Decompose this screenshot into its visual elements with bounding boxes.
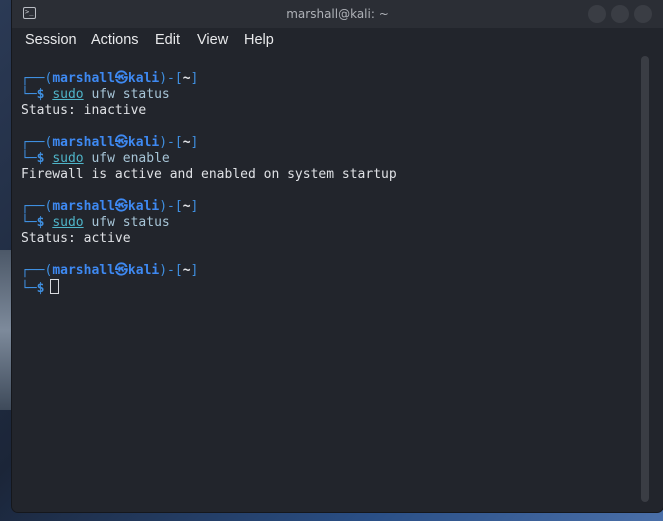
command-line: └─$ sudo ufw status [21,87,170,102]
menu-help[interactable]: Help [244,30,274,50]
prompt-user-host: marshall㉿kali [52,199,160,214]
prompt-cwd: ~ [182,71,191,86]
command-output: Firewall is active and enabled on system… [21,167,397,182]
terminal-window: >_ marshall@kali: ~ Session Actions Edit… [12,0,663,512]
command-output: Status: active [21,231,131,246]
command-line: └─$ sudo ufw enable [21,151,170,166]
prompt-cwd: ~ [182,263,191,278]
command-sudo: sudo [52,215,84,230]
window-title: marshall@kali: ~ [286,7,389,21]
prompt-line-top: ┌──(marshall㉿kali)-[~] [21,199,199,214]
prompt-line-top: ┌──(marshall㉿kali)-[~] [21,263,199,278]
menu-session[interactable]: Session [25,30,77,50]
scrollbar-thumb[interactable] [641,56,649,502]
prompt-user-host: marshall㉿kali [52,71,160,86]
prompt-line-top: ┌──(marshall㉿kali)-[~] [21,135,199,150]
command-sudo: sudo [52,87,84,102]
command-sudo: sudo [52,151,84,166]
title-bar[interactable]: >_ marshall@kali: ~ [12,0,663,28]
command-text: ufw status [83,215,170,230]
command-output: Status: inactive [21,103,147,118]
minimize-button[interactable] [588,5,606,23]
close-button[interactable] [634,5,652,23]
prompt-user-host: marshall㉿kali [52,135,160,150]
prompt-line-top: ┌──(marshall㉿kali)-[~] [21,71,199,86]
prompt-cwd: ~ [182,135,191,150]
menu-view[interactable]: View [197,30,228,50]
command-text: ufw status [83,87,170,102]
prompt-cwd: ~ [182,199,191,214]
text-cursor [50,279,60,294]
menu-edit[interactable]: Edit [155,30,180,50]
menu-bar: Session Actions Edit View Help [12,28,663,52]
terminal-output[interactable]: ┌──(marshall㉿kali)-[~] └─$ sudo ufw stat… [12,52,636,512]
maximize-button[interactable] [611,5,629,23]
vertical-scrollbar[interactable] [639,52,651,506]
prompt-user-host: marshall㉿kali [52,263,160,278]
menu-actions[interactable]: Actions [91,30,139,50]
active-command-line[interactable]: └─$ [21,279,60,296]
command-line: └─$ sudo ufw status [21,215,170,230]
command-text: ufw enable [83,151,170,166]
